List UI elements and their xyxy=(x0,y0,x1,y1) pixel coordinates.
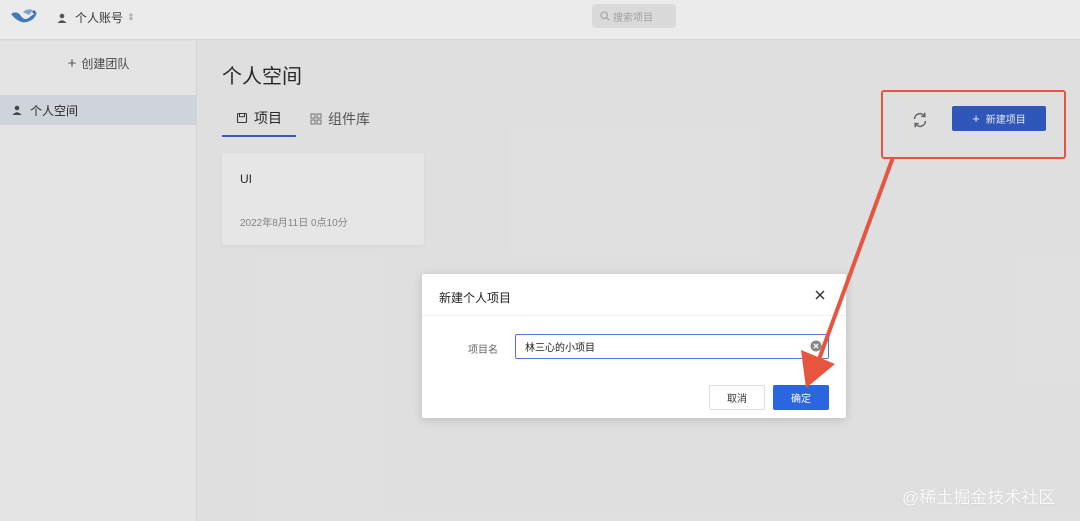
dialog-title: 新建个人项目 xyxy=(439,291,512,305)
new-project-dialog: 新建个人项目 项目名 林三心的小项目 取消 确定 xyxy=(422,274,846,418)
clear-icon[interactable] xyxy=(810,340,822,352)
close-icon[interactable] xyxy=(814,289,826,301)
cancel-button[interactable]: 取消 xyxy=(709,385,765,410)
project-name-input[interactable]: 林三心的小项目 xyxy=(515,334,829,359)
annotation-highlight-box xyxy=(881,90,1066,159)
project-name-label: 项目名 xyxy=(468,345,498,356)
divider xyxy=(422,315,846,316)
watermark: @稀土掘金技术社区 xyxy=(902,488,1056,507)
project-name-value: 林三心的小项目 xyxy=(525,343,595,354)
modal-backdrop[interactable] xyxy=(0,0,1080,521)
confirm-button[interactable]: 确定 xyxy=(773,385,829,410)
